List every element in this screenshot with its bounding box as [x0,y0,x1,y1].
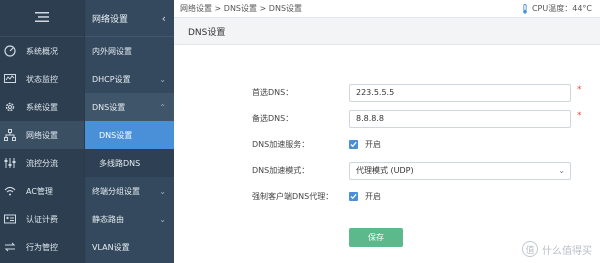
sidebar-item-label: 认证计费 [26,214,58,224]
subnav-item-wan-lan[interactable]: 内外网设置 [85,37,174,65]
sidebar-item-label: 流控分流 [26,158,58,168]
subnav-item-label: 内外网设置 [92,46,132,56]
sidebar-item-label: 网络设置 [26,130,58,140]
chevron-down-icon: ⌄ [159,214,166,224]
checkmark-icon [350,141,357,148]
sidebar-item-ac[interactable]: AC管理 [0,177,84,205]
breadcrumb: 网络设置 > DNS设置 > DNS设置 [180,4,303,13]
sub-sidebar: 网络设置 ‹ 内外网设置 DHCP设置 ⌄ DNS设置 ⌃ DNS设置 多线路D… [84,0,174,263]
sidebar-item-label: AC管理 [26,186,53,196]
subnav-item-dns[interactable]: DNS设置 ⌃ [85,93,174,121]
chevron-down-icon: ⌄ [558,166,565,175]
subnav-item-terminal-group[interactable]: 终端分组设置 ⌄ [85,177,174,205]
dns-mode-select[interactable]: 代理模式 (UDP) ⌄ [349,162,571,180]
subnav-item-vlan[interactable]: VLAN设置 [85,233,174,261]
dns-accel-text: 开启 [365,140,381,149]
sliders-icon [2,157,18,169]
chevron-up-icon: ⌃ [159,102,166,112]
force-proxy-toggle[interactable]: 开启 [349,191,381,202]
form-row-dns-accel: DNS加速服务： 开启 [174,135,600,155]
thermometer-icon [523,3,527,14]
subnav-item-label: DHCP设置 [92,74,131,84]
section-header: DNS设置 [174,18,600,45]
top-bar: 网络设置 > DNS设置 > DNS设置 CPU温度：44°C [174,0,600,18]
sub-sidebar-header: 网络设置 ‹ [85,0,174,37]
secondary-dns-label: 备选DNS： [252,114,294,123]
page-title: DNS设置 [188,27,226,38]
required-marker: * [577,111,582,121]
subnav-item-static-route[interactable]: 静态路由 ⌄ [85,205,174,233]
subnav-item-label: 多线路DNS [99,158,141,168]
dns-accel-checkbox[interactable] [349,140,358,149]
monitor-icon [2,73,18,85]
force-proxy-label: 强制客户端DNS代理： [252,192,334,201]
menu-icon[interactable] [35,11,49,25]
sidebar-item-label: 状态监控 [26,74,58,84]
subnav-item-label: 静态路由 [92,214,124,224]
sidebar-item-overview[interactable]: 系统概况 [0,37,84,65]
subnav-item-dhcp[interactable]: DHCP设置 ⌄ [85,65,174,93]
checkmark-icon [350,193,357,200]
sidebar-item-network[interactable]: 网络设置 [0,121,84,149]
form-row-force-proxy: 强制客户端DNS代理： 开启 [174,187,600,207]
subnav-item-label: VLAN设置 [92,242,130,252]
chevron-left-icon[interactable]: ‹ [162,12,166,25]
force-proxy-text: 开启 [365,192,381,201]
subnav-item-label: 终端分组设置 [92,186,140,196]
sidebar-item-behavior[interactable]: 行为管控 [0,233,84,261]
form-row-secondary-dns: 备选DNS： 8.8.8.8 * [174,109,600,129]
form-row-primary-dns: 首选DNS： 223.5.5.5 * [174,83,600,103]
subnav-subitem-dns-settings[interactable]: DNS设置 [85,121,174,149]
force-proxy-checkbox[interactable] [349,192,358,201]
dns-mode-label: DNS加速模式： [252,166,310,175]
primary-dns-label: 首选DNS： [252,88,294,97]
sidebar-item-label: 系统概况 [26,46,58,56]
primary-dns-input[interactable]: 223.5.5.5 [349,84,571,102]
chevron-down-icon: ⌄ [159,186,166,196]
dns-settings-form: 首选DNS： 223.5.5.5 * 备选DNS： 8.8.8.8 * DNS加… [174,45,600,263]
watermark-text: 什么值得买 [542,245,592,257]
sidebar-item-system[interactable]: 系统设置 [0,93,84,121]
wifi-icon [2,185,18,197]
dns-accel-label: DNS加速服务： [252,140,310,149]
form-row-dns-mode: DNS加速模式： 代理模式 (UDP) ⌄ [174,161,600,181]
cpu-temperature-text: CPU温度：44°C [531,4,592,13]
cpu-temperature: CPU温度：44°C [521,3,592,14]
save-button[interactable]: 保存 [349,228,403,247]
network-icon [2,129,18,141]
subnav-subitem-multi-line-dns[interactable]: 多线路DNS [85,149,174,177]
subnav-item-label: DNS设置 [92,102,126,112]
gear-icon [2,101,18,113]
subnav-item-label: DNS设置 [99,130,133,140]
chevron-down-icon: ⌄ [159,74,166,84]
main-sidebar: 系统概况 状态监控 系统设置 网络设置 流控分流 AC管理 认证计费 行为管控 [0,0,84,263]
required-marker: * [577,85,582,95]
id-card-icon [2,213,18,225]
watermark: 值 什么值得买 [522,241,592,257]
sidebar-item-label: 系统设置 [26,102,58,112]
sidebar-item-flow-control[interactable]: 流控分流 [0,149,84,177]
secondary-dns-input[interactable]: 8.8.8.8 [349,110,571,128]
dns-mode-value: 代理模式 (UDP) [356,166,414,175]
sidebar-item-auth[interactable]: 认证计费 [0,205,84,233]
dns-accel-toggle[interactable]: 开启 [349,139,381,150]
dashboard-icon [2,45,18,57]
sidebar-item-status[interactable]: 状态监控 [0,65,84,93]
arrows-icon [2,241,18,253]
sub-sidebar-title: 网络设置 [92,14,129,25]
watermark-logo-icon: 值 [522,241,538,257]
sidebar-item-label: 行为管控 [26,242,58,252]
sidebar-header [0,0,84,37]
